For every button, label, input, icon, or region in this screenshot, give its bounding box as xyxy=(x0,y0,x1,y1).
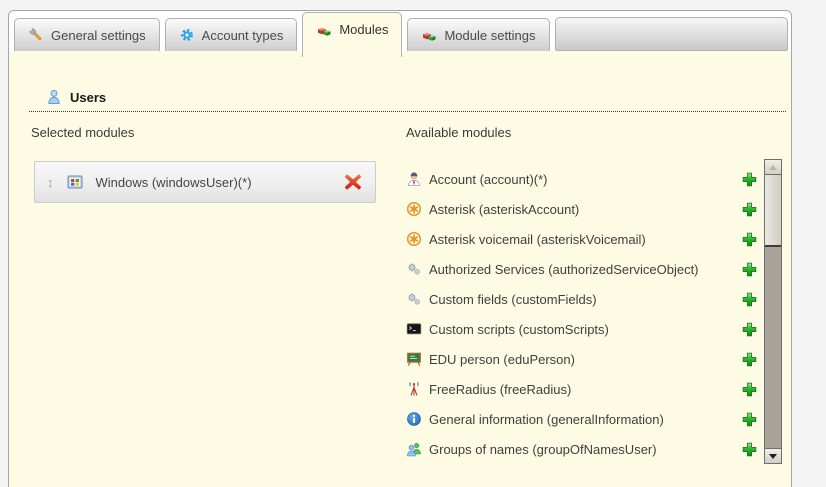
list-item: FreeRadius (freeRadius) xyxy=(406,374,758,404)
chalkboard-icon xyxy=(406,351,422,367)
available-modules-heading: Available modules xyxy=(406,125,511,140)
asterisk-icon xyxy=(406,201,422,217)
wrench-icon xyxy=(28,27,44,43)
module-label: Asterisk (asteriskAccount) xyxy=(429,202,741,217)
section-divider xyxy=(29,111,786,112)
plus-icon[interactable] xyxy=(741,381,758,398)
config-panel: General settings Account types Modules xyxy=(8,10,792,487)
plus-icon[interactable] xyxy=(741,291,758,308)
list-item: Groups of names (groupOfNamesUser) xyxy=(406,434,758,464)
move-handle-icon[interactable]: ↕ xyxy=(47,176,54,189)
tab-bar-filler xyxy=(555,17,788,51)
plus-icon[interactable] xyxy=(741,201,758,218)
tab-account-types[interactable]: Account types xyxy=(165,18,298,51)
tab-bar: General settings Account types Modules xyxy=(9,11,791,51)
module-label: Authorized Services (authorizedServiceOb… xyxy=(429,262,741,277)
scrollbar-up-button[interactable] xyxy=(765,160,781,175)
list-item: General information (generalInformation) xyxy=(406,404,758,434)
up-arrow-icon xyxy=(769,165,777,170)
tab-general-settings[interactable]: General settings xyxy=(14,18,160,51)
terminal-icon xyxy=(406,321,422,337)
list-item: Custom scripts (customScripts) xyxy=(406,314,758,344)
plus-icon[interactable] xyxy=(741,261,758,278)
module-label: Account (account)(*) xyxy=(429,172,741,187)
gears-icon xyxy=(406,261,422,277)
selected-modules-heading: Selected modules xyxy=(31,125,134,140)
tab-label: Account types xyxy=(202,28,284,43)
list-item: EDU person (eduPerson) xyxy=(406,344,758,374)
module-label: Custom scripts (customScripts) xyxy=(429,322,741,337)
selected-module-row: ↕ Windows (windowsUser)(*) xyxy=(34,161,376,203)
scrollbar-thumb[interactable] xyxy=(765,175,781,247)
module-label: Custom fields (customFields) xyxy=(429,292,741,307)
plus-icon[interactable] xyxy=(741,351,758,368)
module-label: FreeRadius (freeRadius) xyxy=(429,382,741,397)
plus-icon[interactable] xyxy=(741,171,758,188)
user-icon xyxy=(46,89,62,105)
module-label: Groups of names (groupOfNamesUser) xyxy=(429,442,741,457)
delete-icon[interactable] xyxy=(343,172,363,192)
list-item: Custom fields (customFields) xyxy=(406,284,758,314)
tab-label: Modules xyxy=(339,22,388,37)
module-label: EDU person (eduPerson) xyxy=(429,352,741,367)
tab-label: Module settings xyxy=(444,28,535,43)
tab-modules[interactable]: Modules xyxy=(302,12,402,57)
plus-icon[interactable] xyxy=(741,411,758,428)
antenna-icon xyxy=(406,381,422,397)
modules-icon xyxy=(421,27,437,43)
module-label: General information (generalInformation) xyxy=(429,412,741,427)
section-heading-users: Users xyxy=(46,89,106,105)
list-item: Asterisk voicemail (asteriskVoicemail) xyxy=(406,224,758,254)
list-item: Asterisk (asteriskAccount) xyxy=(406,194,758,224)
scrollbar xyxy=(764,159,782,464)
gear-icon xyxy=(179,27,195,43)
windows-icon xyxy=(67,174,83,190)
down-arrow-icon xyxy=(769,454,777,459)
module-label: Asterisk voicemail (asteriskVoicemail) xyxy=(429,232,741,247)
group-icon xyxy=(406,441,422,457)
plus-icon[interactable] xyxy=(741,441,758,458)
plus-icon[interactable] xyxy=(741,231,758,248)
gears-icon xyxy=(406,291,422,307)
selected-module-label: Windows (windowsUser)(*) xyxy=(96,175,344,190)
modules-icon xyxy=(316,22,332,38)
plus-icon[interactable] xyxy=(741,321,758,338)
section-title: Users xyxy=(70,90,106,105)
tab-label: General settings xyxy=(51,28,146,43)
list-item: Authorized Services (authorizedServiceOb… xyxy=(406,254,758,284)
asterisk-icon xyxy=(406,231,422,247)
account-person-icon xyxy=(406,171,422,187)
list-item: Account (account)(*) xyxy=(406,164,758,194)
info-icon xyxy=(406,411,422,427)
scrollbar-down-button[interactable] xyxy=(765,448,781,463)
available-modules-list: Account (account)(*) Asterisk (asteriskA… xyxy=(406,164,758,464)
tab-module-settings[interactable]: Module settings xyxy=(407,18,549,51)
